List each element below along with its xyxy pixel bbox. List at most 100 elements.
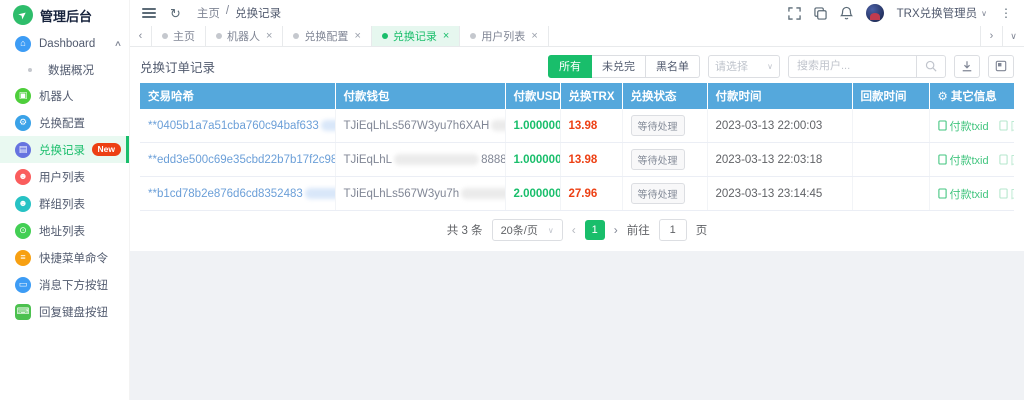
button-icon: ▭ [15,277,31,293]
robot-icon: ▣ [15,88,31,104]
status-badge: 等待处理 [631,149,685,170]
bell-icon[interactable] [840,6,853,20]
new-badge: New [92,143,121,156]
fullscreen-icon[interactable] [788,7,801,20]
column-settings-button[interactable] [988,55,1014,78]
content-area: 兑换订单记录 所有 未兑完 黑名单 请选择 ∨ [130,48,1024,400]
back-time [852,143,929,177]
sidebar-item-data-overview[interactable]: 数据概况 [0,57,129,82]
table-row: **edd3e500c69e35cbd22b7b17f2c983527 TJiE… [140,143,1014,177]
table-row: **0405b1a7a51cba760c94baf633 TJiEqLhLs56… [140,109,1014,143]
pay-wallet: TJiEqLhL88888 [335,143,505,177]
back-txid-link[interactable]: 回款txid [999,118,1014,134]
tabs-menu-icon[interactable]: ∨ [1002,26,1024,46]
goto-page-input[interactable] [659,219,687,241]
breadcrumb-home[interactable]: 主页 [197,5,220,21]
close-icon[interactable]: × [531,30,537,42]
sidebar-item-robot[interactable]: ▣ 机器人 [0,82,129,109]
gear-icon: ⚙ [938,91,948,103]
main-area: ↻ 主页 / 兑换记录 TRX兑换管理员 ∨ [130,0,1024,400]
sidebar: ➤ 管理后台 ⌂ Dashboard ∧ 数据概况 ▣ 机器人 ⚙ 兑换配置 ▤… [0,0,130,400]
grid-icon [995,60,1007,72]
location-icon: ⊙ [15,223,31,239]
sidebar-item-exchange-records[interactable]: ▤ 兑换记录 New [0,136,129,163]
more-options-icon[interactable]: ⋮ [1000,6,1012,20]
total-count: 共 3 条 [447,222,483,238]
tx-hash-link[interactable]: **edd3e500c69e35cbd22b7b17f2c983527 [140,143,335,177]
tx-hash-link[interactable]: **b1cd78b2e876d6cd835248302d6 [140,177,335,211]
bullet-dot-icon [28,68,32,72]
back-txid-link[interactable]: 回款txid [999,152,1014,168]
user-name: TRX兑换管理员 [897,5,978,21]
filter-blacklist-button[interactable]: 黑名单 [646,55,700,78]
tab-user-list[interactable]: 用户列表 × [460,26,548,46]
sidebar-item-address-list[interactable]: ⊙ 地址列表 [0,217,129,244]
menu-fold-icon[interactable] [142,6,156,20]
sidebar-item-reply-keyboard-button[interactable]: ⌨ 回复键盘按钮 [0,298,129,325]
tab-bar: ‹ 主页 机器人 × 兑换配置 × 兑换记录 × 用户列表 × › ∨ [130,26,1024,47]
col-pay-usdt: 付款USDT [505,83,560,109]
search-icon [925,60,937,72]
sidebar-item-message-bottom-button[interactable]: ▭ 消息下方按钮 [0,271,129,298]
tab-exchange-config[interactable]: 兑换配置 × [283,26,371,46]
pay-txid-link[interactable]: 付款txid [938,152,989,168]
group-icon: ☻ [15,196,31,212]
close-icon[interactable]: × [354,30,360,42]
tab-exchange-records[interactable]: 兑换记录 × [372,26,460,46]
sidebar-item-exchange-config[interactable]: ⚙ 兑换配置 [0,109,129,136]
back-txid-link[interactable]: 回款txid [999,186,1014,202]
pay-txid-link[interactable]: 付款txid [938,186,989,202]
tab-robot[interactable]: 机器人 × [206,26,283,46]
col-pay-time: 付款时间 [707,83,852,109]
tab-home[interactable]: 主页 [152,26,206,46]
filter-select[interactable]: 请选择 ∨ [708,55,780,78]
prev-page-button[interactable]: ‹ [572,223,576,237]
avatar[interactable] [866,4,884,22]
pay-txid-link[interactable]: 付款txid [938,118,989,134]
close-icon[interactable]: × [443,30,449,42]
clear-cache-icon[interactable] [814,7,827,20]
search-button[interactable] [916,55,946,78]
tab-dot-icon [470,33,476,39]
page-number-active[interactable]: 1 [585,220,605,240]
tab-dot-icon [216,33,222,39]
exchange-trx: 13.98 [560,109,622,143]
filter-all-button[interactable]: 所有 [548,55,592,78]
pay-time: 2023-03-13 23:14:45 [707,177,852,211]
download-icon [961,60,973,72]
chevron-down-icon: ∨ [981,9,987,18]
pay-time: 2023-03-13 22:00:03 [707,109,852,143]
tabs-scroll-right-icon[interactable]: › [980,26,1002,46]
back-time [852,177,929,211]
tx-hash-link[interactable]: **0405b1a7a51cba760c94baf633 [140,109,335,143]
pay-wallet: TJiEqLhLs567W3yu7h [335,177,505,211]
close-icon[interactable]: × [266,30,272,42]
sidebar-item-dashboard[interactable]: ⌂ Dashboard ∧ [0,30,129,57]
search-input[interactable] [788,55,916,78]
col-other-info: ⚙其它信息 [929,83,1014,109]
panel-title: 兑换订单记录 [140,57,215,76]
tabs-scroll-left-icon[interactable]: ‹ [130,26,152,46]
refresh-icon[interactable]: ↻ [170,7,181,20]
tab-dot-icon [293,33,299,39]
exchange-trx: 27.96 [560,177,622,211]
sidebar-item-user-list[interactable]: ☻ 用户列表 [0,163,129,190]
table-row: **b1cd78b2e876d6cd835248302d6 TJiEqLhLs5… [140,177,1014,211]
tab-dot-icon [162,33,168,39]
next-page-button[interactable]: › [614,223,618,237]
redacted-blur [321,120,335,131]
pagination: 共 3 条 20条/页 ∨ ‹ 1 › 前往 页 [140,219,1014,241]
user-menu[interactable]: TRX兑换管理员 ∨ [897,5,987,21]
sidebar-item-quick-menu-commands[interactable]: ≡ 快捷菜单命令 [0,244,129,271]
status-badge: 等待处理 [631,115,685,136]
sidebar-item-group-list[interactable]: ☻ 群组列表 [0,190,129,217]
user-icon: ☻ [15,169,31,185]
page-unit-label: 页 [696,222,708,238]
page-size-select[interactable]: 20条/页 ∨ [492,219,563,241]
col-exchange-trx: 兑换TRX [560,83,622,109]
filter-unfinished-button[interactable]: 未兑完 [592,55,646,78]
export-button[interactable] [954,55,980,78]
redacted-blur [491,120,505,131]
menu-list-icon: ≡ [15,250,31,266]
telegram-icon: ➤ [13,5,33,25]
